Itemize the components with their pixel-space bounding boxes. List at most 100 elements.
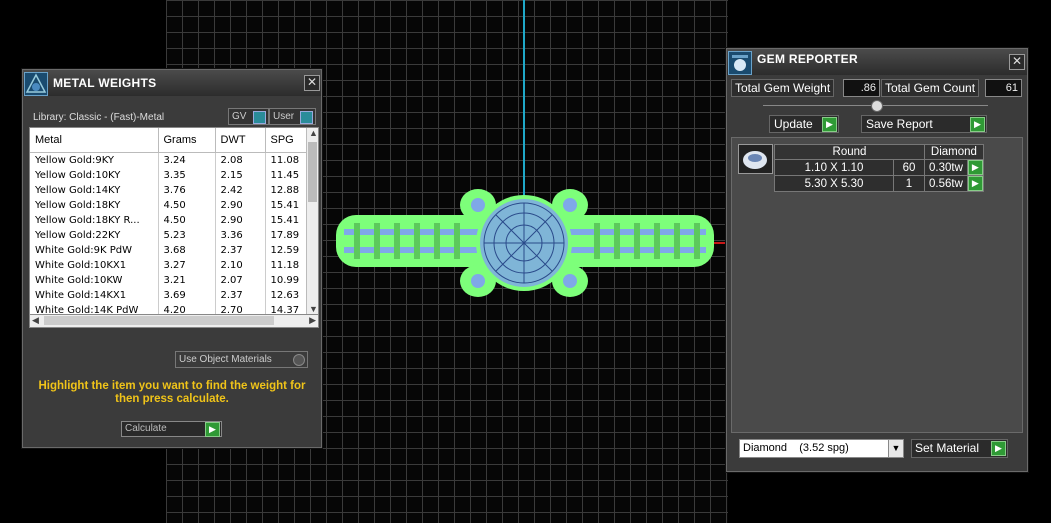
library-label: Library: Classic - (Fast)-Metal [33,112,165,123]
spg-cell: 10.99 [265,273,307,288]
dwt-cell: 2.15 [215,168,266,183]
spg-cell: 12.59 [265,243,307,258]
metal-weights-titlebar[interactable]: METAL WEIGHTS ✕ [23,70,321,96]
metal-name-cell: White Gold:14KX1 [30,288,159,303]
gv-toggle[interactable]: GV [228,108,269,125]
gem-row[interactable]: 5.30 X 5.30 1 0.56tw ▶ [774,175,984,192]
total-gem-weight-value: .86 [843,79,880,97]
use-object-materials-label: Use Object Materials [179,354,272,365]
play-arrow-icon: ▶ [967,160,983,175]
grams-cell: 5.23 [158,228,216,243]
dwt-cell: 2.08 [215,152,266,168]
user-switch-icon [300,111,313,124]
spg-cell: 12.88 [265,183,307,198]
calculate-label: Calculate [125,423,167,434]
table-row[interactable]: Yellow Gold:18KY R... 4.50 2.90 15.41 [30,213,307,228]
metal-name-cell: Yellow Gold:14KY [30,183,159,198]
metal-name-cell: Yellow Gold:9KY [30,152,159,168]
grams-cell: 3.35 [158,168,216,183]
scroll-thumb[interactable] [308,142,317,202]
total-gem-count-value: 61 [985,79,1022,97]
gem-count: 1 [893,175,925,192]
set-material-button[interactable]: Set Material ▶ [911,439,1008,458]
save-report-label: Save Report [866,117,933,131]
column-header-spg[interactable]: SPG [265,128,307,153]
scroll-thumb[interactable] [44,316,274,325]
metal-name-cell: White Gold:10KW [30,273,159,288]
gv-switch-icon [253,111,266,124]
grams-cell: 3.69 [158,288,216,303]
dwt-cell: 2.42 [215,183,266,198]
table-row[interactable]: Yellow Gold:10KY 3.35 2.15 11.45 [30,168,307,183]
radio-icon [293,354,305,366]
grams-cell: 3.76 [158,183,216,198]
grams-cell: 3.21 [158,273,216,288]
metal-table[interactable]: Metal Grams DWT SPG Yellow Gold:9KY 3.24 2… [29,127,319,315]
metal-name-cell: Yellow Gold:18KY [30,198,159,213]
table-row[interactable]: White Gold:10KX1 3.27 2.10 11.18 [30,258,307,273]
spg-cell: 11.45 [265,168,307,183]
close-button[interactable]: ✕ [304,75,320,91]
gem-row[interactable]: 1.10 X 1.10 60 0.30tw ▶ [774,159,984,176]
table-row[interactable]: White Gold:14KX1 3.69 2.37 12.63 [30,288,307,303]
grams-cell: 3.24 [158,152,216,168]
spg-cell: 15.41 [265,198,307,213]
gem-row-go-button[interactable]: ▶ [966,175,984,192]
metal-name-cell: White Gold:9K PdW [30,243,159,258]
splitter-knob[interactable] [871,100,883,112]
center-stone [476,195,572,291]
spg-cell: 15.41 [265,213,307,228]
shape-header: Round [774,144,925,160]
app-logo-icon [24,72,48,96]
scroll-left-icon[interactable]: ◀ [32,315,39,326]
set-material-label: Set Material [915,441,980,455]
calculate-button[interactable]: Calculate ▶ [121,421,222,437]
horizontal-scrollbar[interactable]: ◀ ▶ [29,314,319,328]
gem-reporter-titlebar[interactable]: GEM REPORTER ✕ [727,49,1027,75]
column-header-grams[interactable]: Grams [158,128,216,153]
metal-name-cell: Yellow Gold:10KY [30,168,159,183]
gem-reporter-panel: GEM REPORTER ✕ Total Gem Weight .86 Tota… [726,48,1028,472]
metal-weights-panel: METAL WEIGHTS ✕ Library: Classic - (Fast… [22,69,322,448]
close-button[interactable]: ✕ [1009,54,1025,70]
table-row[interactable]: Yellow Gold:18KY 4.50 2.90 15.41 [30,198,307,213]
gem-count: 60 [893,159,925,176]
table-row[interactable]: White Gold:10KW 3.21 2.07 10.99 [30,273,307,288]
update-label: Update [774,117,813,131]
total-gem-count-label: Total Gem Count [881,79,980,97]
dwt-cell: 2.90 [215,198,266,213]
scroll-down-icon[interactable]: ▼ [309,304,318,314]
instruction-text: Highlight the item you want to find the … [38,380,306,405]
table-row[interactable]: White Gold:9K PdW 3.68 2.37 12.59 [30,243,307,258]
gem-row-go-button[interactable]: ▶ [966,159,984,176]
column-header-metal[interactable]: Metal [30,128,159,153]
play-arrow-icon: ▶ [822,117,837,132]
save-report-button[interactable]: Save Report ▶ [861,115,987,133]
column-header-dwt[interactable]: DWT [215,128,266,153]
gem-list: Round Diamond 1.10 X 1.10 60 0.30tw ▶ 5.… [731,137,1023,433]
gem-weight: 0.30tw [924,159,968,176]
gem-reporter-logo-icon [728,51,752,75]
material-select[interactable]: Diamond (3.52 spg) ▼ [739,439,904,458]
stone-header: Diamond [924,144,984,160]
spg-cell: 11.08 [265,152,307,168]
table-row[interactable]: Yellow Gold:22KY 5.23 3.36 17.89 [30,228,307,243]
scroll-up-icon[interactable]: ▲ [309,128,318,138]
table-row[interactable]: Yellow Gold:9KY 3.24 2.08 11.08 [30,152,307,168]
metal-name-cell: White Gold:10KX1 [30,258,159,273]
vertical-scrollbar[interactable]: ▲ ▼ [306,128,318,314]
table-row[interactable]: Yellow Gold:14KY 3.76 2.42 12.88 [30,183,307,198]
dwt-cell: 2.07 [215,273,266,288]
gem-reporter-title: GEM REPORTER [757,52,858,66]
chevron-down-icon[interactable]: ▼ [888,440,903,457]
scroll-right-icon[interactable]: ▶ [309,315,316,326]
dwt-cell: 2.37 [215,243,266,258]
dwt-cell: 3.36 [215,228,266,243]
user-toggle[interactable]: User [269,108,316,125]
spg-cell: 11.18 [265,258,307,273]
dwt-cell: 2.37 [215,288,266,303]
use-object-materials-button[interactable]: Use Object Materials [175,351,308,368]
grams-cell: 3.68 [158,243,216,258]
update-button[interactable]: Update ▶ [769,115,839,133]
ring-model[interactable] [330,183,720,303]
